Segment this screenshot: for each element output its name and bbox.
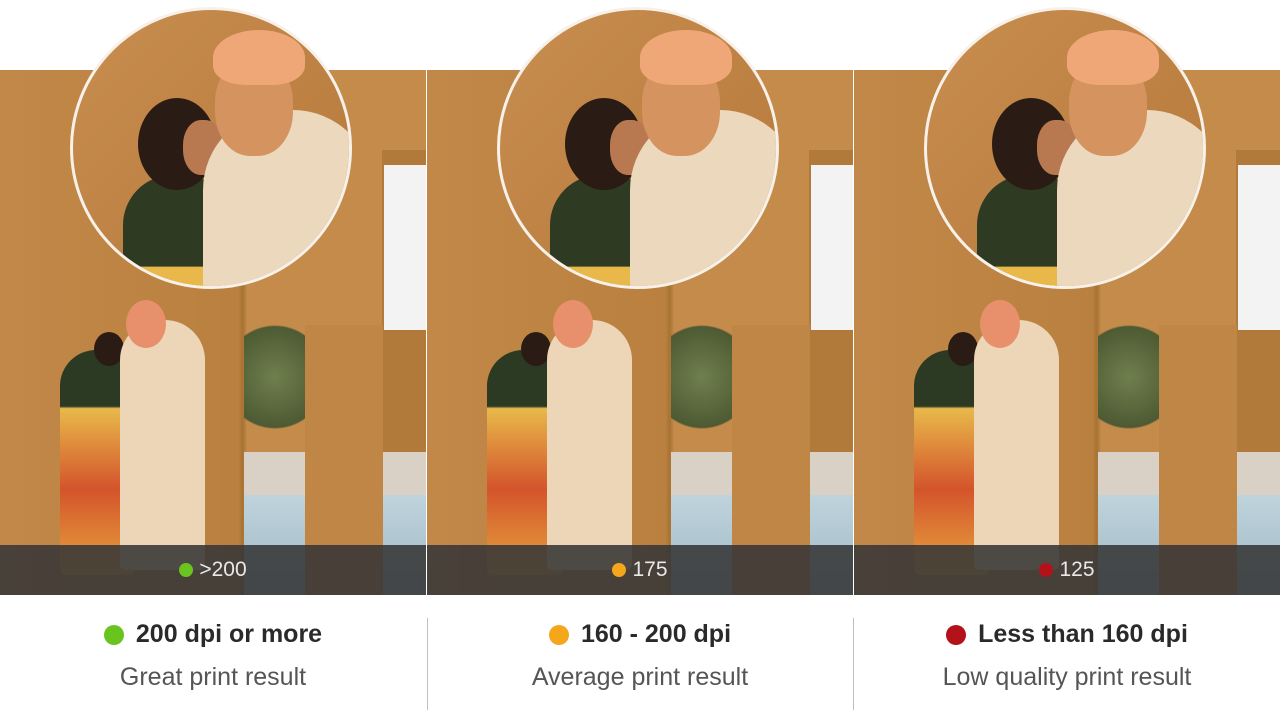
zoom-circle	[924, 7, 1206, 289]
dpi-value: 175	[632, 558, 668, 581]
legend-dot-icon	[946, 624, 967, 645]
legend: 160 - 200 dpi Average print result	[427, 616, 853, 720]
divider	[853, 618, 854, 710]
dpi-value: >200	[199, 558, 247, 581]
dpi-value: 125	[1059, 558, 1095, 581]
dpi-bar: 125	[854, 545, 1280, 595]
panel-low: 125 Less than 160 dpi Low quality print …	[854, 0, 1280, 720]
legend: 200 dpi or more Great print result	[0, 616, 426, 720]
dpi-bar: 175	[427, 545, 853, 595]
legend-description: Average print result	[531, 663, 749, 691]
zoom-circle	[70, 7, 352, 289]
legend-heading: 160 - 200 dpi	[580, 620, 732, 648]
zoom-circle	[497, 7, 779, 289]
dpi-bar: >200	[0, 545, 426, 595]
legend-heading: Less than 160 dpi	[978, 620, 1188, 648]
legend-heading: 200 dpi or more	[135, 620, 323, 648]
status-dot-icon	[179, 563, 194, 577]
status-dot-icon	[612, 563, 627, 577]
status-dot-icon	[1039, 563, 1054, 577]
legend-dot-icon	[548, 624, 569, 645]
legend-description: Low quality print result	[942, 663, 1192, 691]
panel-great: >200 200 dpi or more Great print result	[0, 0, 426, 720]
divider	[427, 618, 428, 710]
legend-dot-icon	[103, 624, 124, 645]
panel-average: 175 160 - 200 dpi Average print result	[427, 0, 853, 720]
legend-description: Great print result	[119, 663, 307, 691]
legend: Less than 160 dpi Low quality print resu…	[854, 616, 1280, 720]
